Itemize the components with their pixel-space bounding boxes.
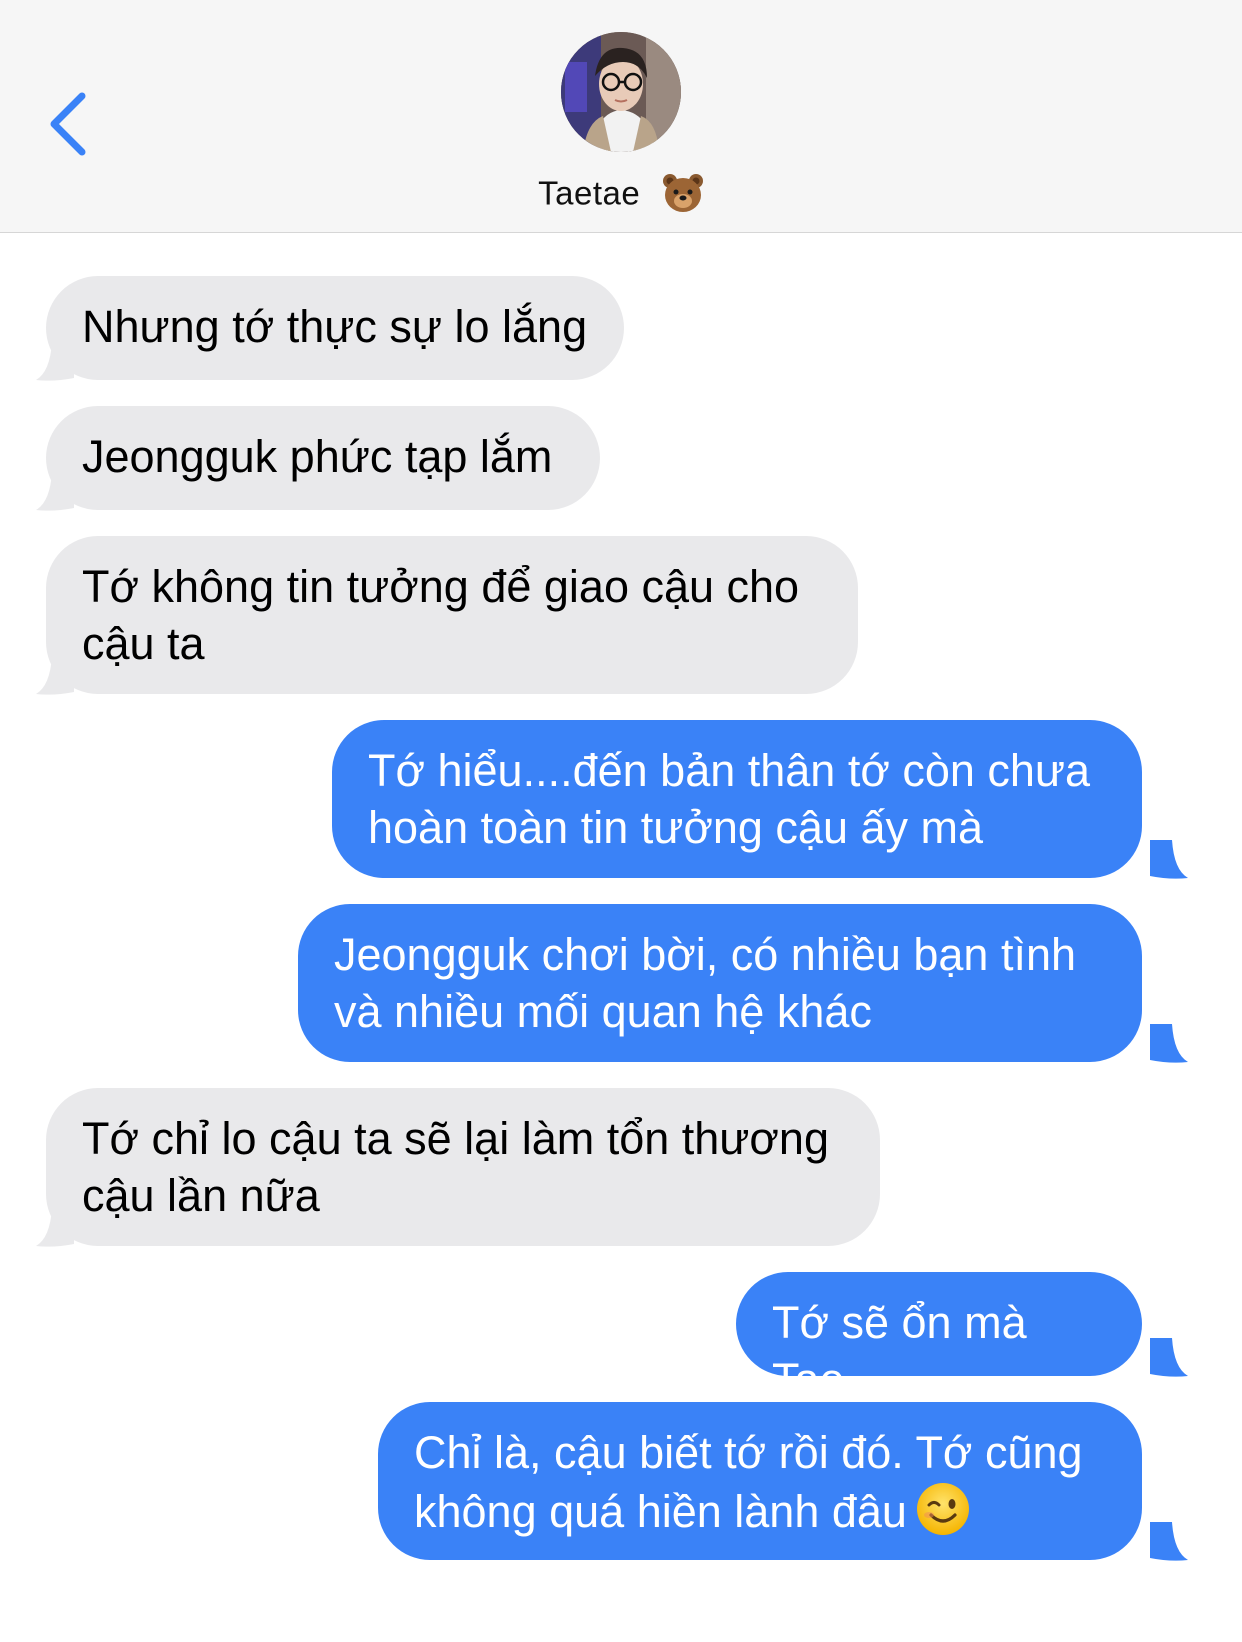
message-text: Tớ sẽ ổn mà Tae: [772, 1297, 1027, 1405]
message-text: Tớ không tin tưởng để giao cậu cho cậu t…: [82, 561, 800, 669]
message-text: Jeongguk chơi bời, có nhiều bạn tình và …: [334, 929, 1077, 1037]
message-text: Tớ hiểu....đến bản thân tớ còn chưa hoàn…: [368, 745, 1091, 853]
message-text: Nhưng tớ thực sự lo lắng: [82, 301, 588, 352]
bubble-tail: [36, 472, 74, 511]
chevron-left-icon: [50, 92, 86, 156]
conversation-header: Taetae: [0, 0, 1242, 233]
bubble-tail: [36, 342, 74, 381]
winking-face-icon: [916, 1483, 969, 1535]
bubble-tail: [1150, 840, 1188, 879]
bubble-tail: [36, 1208, 74, 1247]
message-bubble-outgoing[interactable]: Jeongguk chơi bời, có nhiều bạn tình và …: [298, 904, 1142, 1062]
message-text: Tớ chỉ lo cậu ta sẽ lại làm tổn thương c…: [82, 1113, 829, 1221]
contact-name-text: Taetae: [538, 174, 641, 212]
message-bubble-incoming[interactable]: Tớ không tin tưởng để giao cậu cho cậu t…: [46, 536, 858, 694]
avatar-photo: [561, 32, 681, 152]
message-bubble-incoming[interactable]: Tớ chỉ lo cậu ta sẽ lại làm tổn thương c…: [46, 1088, 880, 1246]
message-text: Chỉ là, cậu biết tớ rồi đó. Tớ cũng khôn…: [414, 1427, 1083, 1537]
message-bubble-outgoing[interactable]: Tớ hiểu....đến bản thân tớ còn chưa hoàn…: [332, 720, 1142, 878]
bubble-tail: [1150, 1522, 1188, 1561]
bear-face-icon: [662, 174, 703, 213]
bubble-tail: [36, 656, 74, 695]
bubble-tail: [1150, 1338, 1188, 1377]
avatar[interactable]: [561, 32, 681, 152]
message-bubble-outgoing[interactable]: Chỉ là, cậu biết tớ rồi đó. Tớ cũng khôn…: [378, 1402, 1142, 1560]
message-bubble-incoming[interactable]: Jeongguk phức tạp lắm: [46, 406, 600, 510]
back-button[interactable]: [44, 88, 104, 168]
message-bubble-outgoing[interactable]: Tớ sẽ ổn mà Tae: [736, 1272, 1142, 1405]
contact-name[interactable]: Taetae: [0, 172, 1242, 213]
message-text: Jeongguk phức tạp lắm: [82, 431, 553, 482]
message-bubble-incoming[interactable]: Nhưng tớ thực sự lo lắng: [46, 276, 624, 380]
bubble-tail: [1150, 1024, 1188, 1063]
